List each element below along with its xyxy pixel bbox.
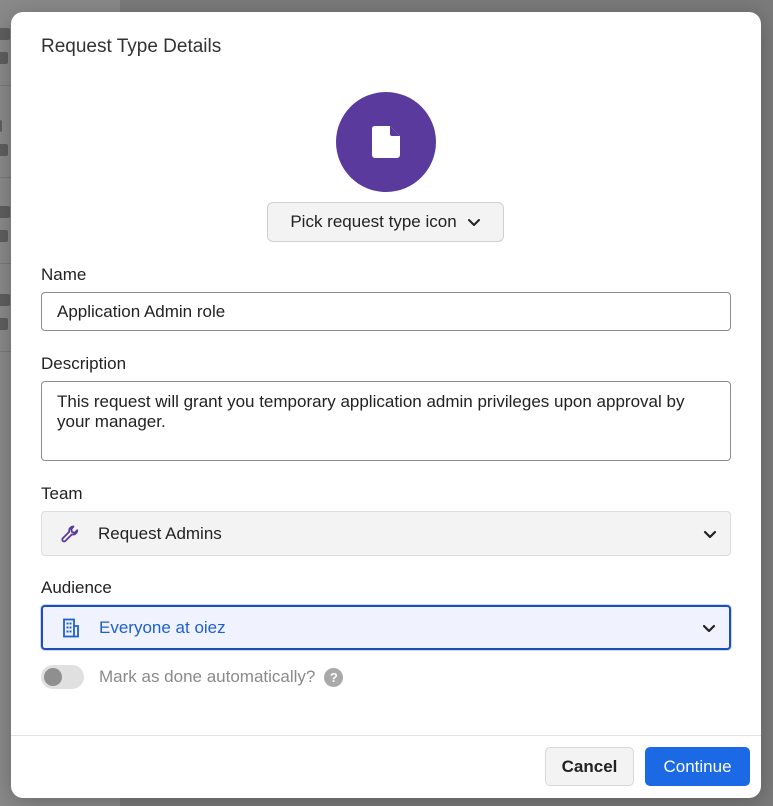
team-value: Request Admins <box>98 523 222 543</box>
chevron-down-icon <box>467 219 480 226</box>
team-select[interactable]: Request Admins <box>41 511 731 556</box>
request-type-avatar <box>336 92 436 192</box>
description-textarea[interactable]: This request will grant you temporary ap… <box>41 381 731 461</box>
document-icon <box>371 126 400 158</box>
request-type-modal: Request Type Details Pick request type i… <box>11 12 761 798</box>
auto-done-toggle[interactable] <box>41 665 84 689</box>
pick-icon-dropdown[interactable]: Pick request type icon <box>267 202 504 242</box>
description-label: Description <box>41 354 127 373</box>
cancel-button[interactable]: Cancel <box>545 747 634 786</box>
modal-title: Request Type Details <box>41 36 222 57</box>
pick-icon-label: Pick request type icon <box>290 212 457 231</box>
name-input[interactable]: Application Admin role <box>41 292 731 331</box>
wrench-icon <box>61 525 79 542</box>
auto-done-label: Mark as done automatically? <box>99 667 316 686</box>
chevron-down-icon <box>702 624 716 632</box>
continue-button[interactable]: Continue <box>645 747 750 786</box>
audience-value: Everyone at oiez <box>99 617 226 637</box>
team-label: Team <box>41 484 83 503</box>
chevron-down-icon <box>703 530 717 538</box>
building-icon <box>63 618 79 637</box>
name-label: Name <box>41 265 87 284</box>
audience-select[interactable]: Everyone at oiez <box>41 605 731 650</box>
footer-divider <box>11 735 761 736</box>
auto-done-row: Mark as done automatically? ? <box>41 664 344 690</box>
audience-label: Audience <box>41 578 112 597</box>
help-icon[interactable]: ? <box>324 667 344 687</box>
